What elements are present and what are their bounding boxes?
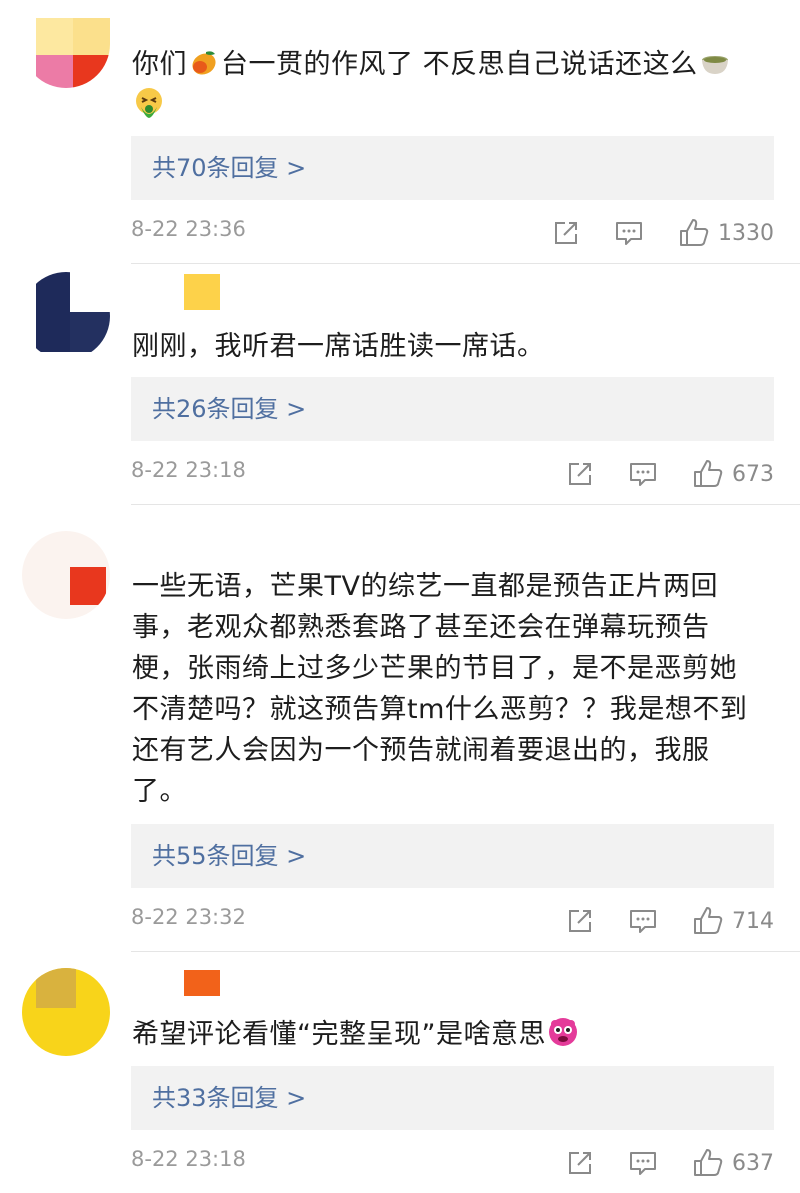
share-icon [569,463,591,485]
timestamp: 8-22 23:18 [131,1147,246,1171]
like-count: 637 [732,1150,774,1176]
share-icon [569,910,591,932]
comment-button[interactable] [628,1149,658,1177]
divider [131,951,800,952]
avatar[interactable] [22,531,110,619]
like-button[interactable]: 714 [692,905,774,937]
comment-text: 你们 台一贯的作风了 不反思自己说话还这么 [132,44,772,126]
comment-icon [630,463,656,486]
like-count: 714 [732,908,774,934]
comment-meta: 8-22 23:18 637 [131,1143,774,1183]
like-icon [694,907,723,934]
comment-icon [630,1152,656,1175]
divider [131,504,800,505]
timestamp: 8-22 23:36 [131,217,246,241]
divider [131,263,800,264]
mango-emoji-icon [192,51,216,75]
view-replies-link[interactable]: 共55条回复 > [131,824,774,888]
share-button[interactable] [566,1149,594,1177]
share-icon [555,222,577,244]
avatar[interactable] [22,272,110,360]
comment-icon [630,910,656,933]
share-button[interactable] [566,907,594,935]
view-replies-link[interactable]: 共33条回复 > [131,1066,774,1130]
share-icon [569,1152,591,1174]
share-button[interactable] [552,219,580,247]
like-count: 1330 [718,220,774,246]
view-replies-link[interactable]: 共26条回复 > [131,377,774,441]
like-icon [694,460,723,487]
vomiting-face-emoji-icon [136,88,162,118]
like-icon [680,219,709,246]
like-icon [694,1149,723,1176]
comment-meta: 8-22 23:18 673 [131,454,774,494]
like-button[interactable]: 1330 [678,217,774,249]
comment-text: 一些无语，芒果TV的综艺一直都是预告正片两回 事，老观众都熟悉套路了甚至还会在弹… [132,571,748,807]
pink-monster-emoji-icon [548,1018,577,1046]
like-button[interactable]: 673 [692,458,774,490]
comment-meta: 8-22 23:32 714 [131,901,774,941]
timestamp: 8-22 23:18 [131,458,246,482]
comment-button[interactable] [628,907,658,935]
avatar[interactable] [22,0,110,88]
share-button[interactable] [566,460,594,488]
comment-text: 刚刚，我听君一席话胜读一席话。 [132,331,545,362]
avatar[interactable] [22,968,110,1056]
like-button[interactable]: 637 [692,1147,774,1179]
comment-text: 希望评论看懂“完整呈现”是啥意思 [132,1014,772,1055]
comment-button[interactable] [614,219,644,247]
timestamp: 8-22 23:32 [131,905,246,929]
comment-icon [616,222,642,245]
like-count: 673 [732,461,774,487]
teacup-emoji-icon [701,56,728,74]
view-replies-link[interactable]: 共70条回复 > [131,136,774,200]
comment-meta: 8-22 23:36 1330 [131,213,774,253]
comment-button[interactable] [628,460,658,488]
